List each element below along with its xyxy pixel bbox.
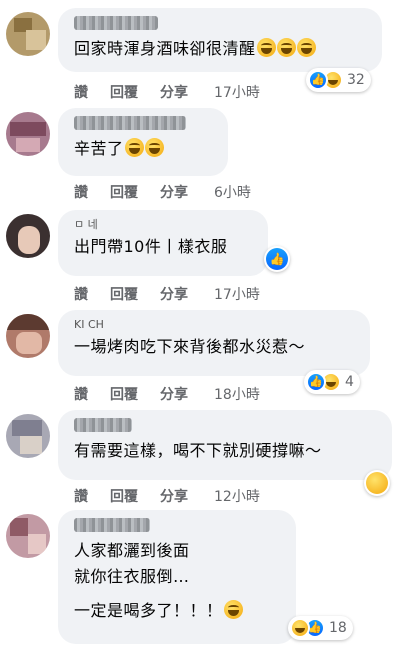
thumbs-up-icon: 👍 xyxy=(266,248,288,270)
avatar[interactable] xyxy=(6,414,50,458)
comment-bubble: ㅁ 네 出門帶10件丨樣衣服 xyxy=(58,210,268,276)
reaction-summary[interactable]: 👍 18 xyxy=(288,616,353,640)
share-button[interactable]: 分享 xyxy=(160,182,188,202)
share-button[interactable]: 分享 xyxy=(160,384,188,404)
comment-bubble: KI CH 一場烤肉吃下來背後都水災惹～ xyxy=(58,310,370,376)
thumbs-up-icon: 👍 xyxy=(308,70,328,90)
laughing-emoji-icon xyxy=(124,138,144,157)
author-name[interactable] xyxy=(74,116,186,130)
like-button[interactable]: 讚 xyxy=(74,82,88,102)
author-name[interactable]: KI CH xyxy=(74,316,358,334)
timestamp[interactable]: 17小時 xyxy=(214,82,260,102)
laughing-emoji-icon xyxy=(296,38,316,57)
comment-text: 辛苦了 xyxy=(74,136,216,162)
comment-text: 出門帶10件丨樣衣服 xyxy=(74,237,228,256)
reaction-count: 4 xyxy=(345,374,354,390)
laughing-face-icon xyxy=(290,618,310,638)
comment-bubble: 辛苦了 xyxy=(58,108,228,176)
comment-text: 一場烤肉吃下來背後都水災惹～ xyxy=(74,337,306,356)
reply-button[interactable]: 回覆 xyxy=(110,284,138,304)
reply-button[interactable]: 回覆 xyxy=(110,486,138,506)
comment-bubble: 人家都灑到後面 就你往衣服倒… 一定是喝多了！！！ xyxy=(58,510,296,644)
author-name[interactable] xyxy=(74,518,150,532)
comment-text: 回家時渾身酒味卻很清醒 xyxy=(74,36,370,62)
timestamp[interactable]: 12小時 xyxy=(214,486,260,506)
comment-actions: 讚 回覆 分享 12小時 xyxy=(74,486,260,506)
reaction-count: 18 xyxy=(329,620,347,636)
timestamp[interactable]: 18小時 xyxy=(214,384,260,404)
reply-button[interactable]: 回覆 xyxy=(110,384,138,404)
timestamp[interactable]: 17小時 xyxy=(214,284,260,304)
laughing-emoji-icon xyxy=(223,600,243,619)
reaction-count: 32 xyxy=(347,72,365,88)
laughing-emoji-icon xyxy=(276,38,296,57)
like-button[interactable]: 讚 xyxy=(74,284,88,304)
laughing-emoji-icon xyxy=(144,138,164,157)
reaction-summary[interactable]: 👍 xyxy=(264,246,290,272)
share-button[interactable]: 分享 xyxy=(160,82,188,102)
laughing-emoji-icon xyxy=(256,38,276,57)
share-button[interactable]: 分享 xyxy=(160,486,188,506)
like-button[interactable]: 讚 xyxy=(74,486,88,506)
avatar[interactable] xyxy=(6,314,50,358)
comment-text-line-3: 一定是喝多了！！！ xyxy=(74,598,284,624)
avatar[interactable] xyxy=(6,514,50,558)
author-name[interactable] xyxy=(74,418,132,432)
comment-actions: 讚 回覆 分享 17小時 xyxy=(74,284,260,304)
timestamp[interactable]: 6小時 xyxy=(214,182,251,202)
comment-bubble: 有需要這樣，喝不下就別硬撐嘛～ xyxy=(58,410,392,480)
author-name[interactable]: ㅁ 네 xyxy=(74,216,256,234)
comment-text-line-1: 人家都灑到後面 xyxy=(74,541,190,560)
avatar[interactable] xyxy=(6,12,50,56)
thumbs-up-icon: 👍 xyxy=(306,372,326,392)
comment-actions: 讚 回覆 分享 17小時 xyxy=(74,82,260,102)
avatar[interactable] xyxy=(6,214,50,258)
reaction-summary[interactable]: 👍 4 xyxy=(304,370,360,394)
comment-bubble: 回家時渾身酒味卻很清醒 xyxy=(58,8,382,72)
author-name[interactable] xyxy=(74,16,158,30)
comment-text: 有需要這樣，喝不下就別硬撐嘛～ xyxy=(74,441,322,460)
like-button[interactable]: 讚 xyxy=(74,384,88,404)
avatar[interactable] xyxy=(6,112,50,156)
share-button[interactable]: 分享 xyxy=(160,284,188,304)
comment-actions: 讚 回覆 分享 6小時 xyxy=(74,182,251,202)
reply-button[interactable]: 回覆 xyxy=(110,182,138,202)
reaction-summary[interactable] xyxy=(364,470,390,496)
comment-actions: 讚 回覆 分享 18小時 xyxy=(74,384,260,404)
comment-text-line-2: 就你往衣服倒… xyxy=(74,567,190,586)
laughing-face-icon xyxy=(366,472,388,494)
reaction-summary[interactable]: 👍 32 xyxy=(306,68,371,92)
like-button[interactable]: 讚 xyxy=(74,182,88,202)
reply-button[interactable]: 回覆 xyxy=(110,82,138,102)
